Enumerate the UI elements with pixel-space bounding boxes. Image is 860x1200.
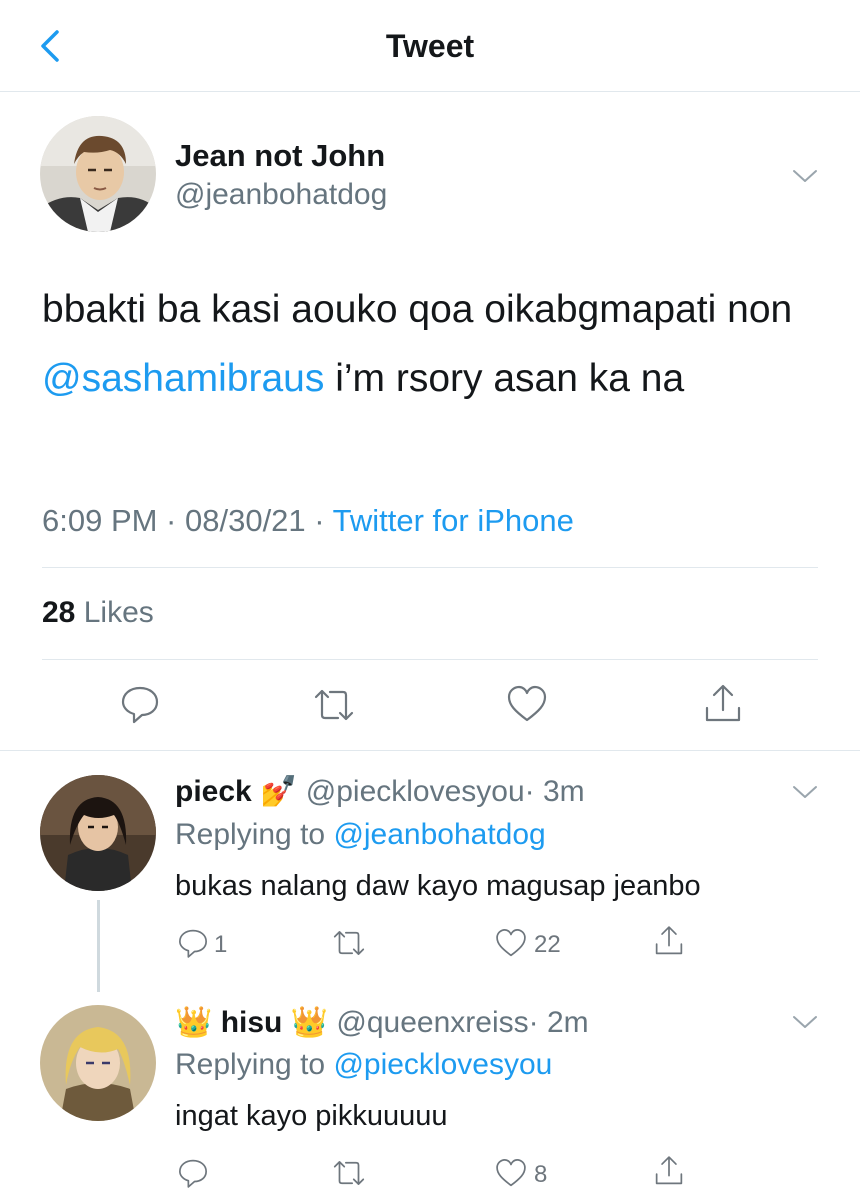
- likes-stat[interactable]: 28 Likes: [42, 596, 154, 630]
- tweet-options-button[interactable]: [790, 166, 820, 186]
- share-icon: [655, 1156, 683, 1185]
- reply-author-name[interactable]: pieck: [175, 775, 252, 808]
- page-title: Tweet: [385, 28, 475, 64]
- likes-count: 28: [42, 596, 76, 629]
- nail-polish-emoji-icon: 💅: [260, 775, 298, 808]
- share-button[interactable]: [652, 1154, 686, 1193]
- like-button[interactable]: [505, 684, 549, 729]
- reply-timestamp: · 2m: [528, 1006, 589, 1039]
- retweet-button[interactable]: [330, 927, 368, 964]
- like-button[interactable]: [494, 927, 528, 964]
- chevron-down-icon: [793, 1016, 817, 1028]
- top-bar: Tweet: [0, 0, 860, 92]
- like-icon: [507, 685, 547, 722]
- mention-link[interactable]: @sashamibraus: [42, 357, 324, 400]
- like-icon: [496, 929, 526, 957]
- divider: [0, 750, 860, 751]
- reply-options-button[interactable]: [790, 782, 820, 802]
- reply-header: pieck 💅 @piecklovesyou· 3m: [175, 774, 585, 809]
- avatar[interactable]: [40, 775, 156, 891]
- tweet-text: bbakti ba kasi aouko qoa oikabgmapati no…: [42, 275, 832, 413]
- retweet-icon: [314, 689, 354, 721]
- author-handle[interactable]: @jeanbohatdog: [175, 178, 387, 212]
- chevron-down-icon: [793, 786, 817, 798]
- author-name[interactable]: Jean not John: [175, 138, 385, 174]
- share-button[interactable]: [701, 682, 745, 731]
- reply-header: 👑 hisu 👑 @queenxreiss· 2m: [175, 1005, 589, 1040]
- reply-button[interactable]: [176, 926, 210, 965]
- divider: [42, 659, 818, 660]
- crown-emoji-icon: 👑: [290, 1006, 329, 1039]
- like-count: 8: [534, 1161, 548, 1188]
- likes-label: Likes: [83, 596, 154, 629]
- share-icon: [655, 926, 683, 955]
- replying-to-label: Replying to: [175, 1048, 334, 1081]
- retweet-icon: [333, 1161, 365, 1185]
- replying-to-label: Replying to: [175, 818, 334, 851]
- tweet-meta: 6:09 PM · 08/30/21 · Twitter for iPhone: [42, 503, 574, 539]
- reply-text: ingat kayo pikkuuuuu: [175, 1100, 448, 1132]
- tweet-text-part: i’m rsory asan ka na: [324, 357, 685, 400]
- reply-icon: [121, 686, 159, 724]
- reply-icon: [179, 929, 207, 958]
- avatar[interactable]: [40, 1005, 156, 1121]
- reply-text: bukas nalang daw kayo magusap jeanbo: [175, 870, 701, 902]
- retweet-button[interactable]: [330, 1157, 368, 1194]
- retweet-button[interactable]: [310, 685, 358, 730]
- avatar-image: [40, 116, 156, 232]
- reply-author-name[interactable]: hisu: [221, 1006, 283, 1039]
- thread-line: [97, 900, 100, 992]
- reply-author-handle[interactable]: @queenxreiss: [336, 1006, 528, 1039]
- like-count: 22: [534, 931, 561, 958]
- reply-icon: [179, 1159, 207, 1188]
- avatar-image: [40, 1005, 156, 1121]
- tweet-text-part: bbakti ba kasi aouko qoa oikabgmapati no…: [42, 288, 793, 331]
- reply-author-handle[interactable]: @piecklovesyou: [306, 775, 525, 808]
- like-button[interactable]: [494, 1157, 528, 1194]
- tweet-timestamp: 6:09 PM · 08/30/21 ·: [42, 503, 333, 538]
- reply-options-button[interactable]: [790, 1012, 820, 1032]
- avatar-image: [40, 775, 156, 891]
- tweet-source-link[interactable]: Twitter for iPhone: [333, 503, 574, 538]
- retweet-icon: [333, 931, 365, 955]
- crown-emoji-icon: 👑: [175, 1006, 213, 1039]
- chevron-down-icon: [793, 170, 817, 182]
- reply-count: 1: [214, 931, 228, 958]
- replying-to-link[interactable]: @piecklovesyou: [333, 1048, 552, 1081]
- replying-to: Replying to @jeanbohatdog: [175, 818, 546, 852]
- share-icon: [705, 684, 741, 722]
- divider: [42, 567, 818, 568]
- share-button[interactable]: [652, 924, 686, 963]
- avatar[interactable]: [40, 116, 156, 232]
- reply-button[interactable]: [118, 683, 162, 730]
- reply-timestamp: · 3m: [524, 775, 585, 808]
- like-icon: [496, 1159, 526, 1187]
- replying-to: Replying to @piecklovesyou: [175, 1048, 552, 1082]
- reply-button[interactable]: [176, 1156, 210, 1195]
- replying-to-link[interactable]: @jeanbohatdog: [333, 818, 545, 851]
